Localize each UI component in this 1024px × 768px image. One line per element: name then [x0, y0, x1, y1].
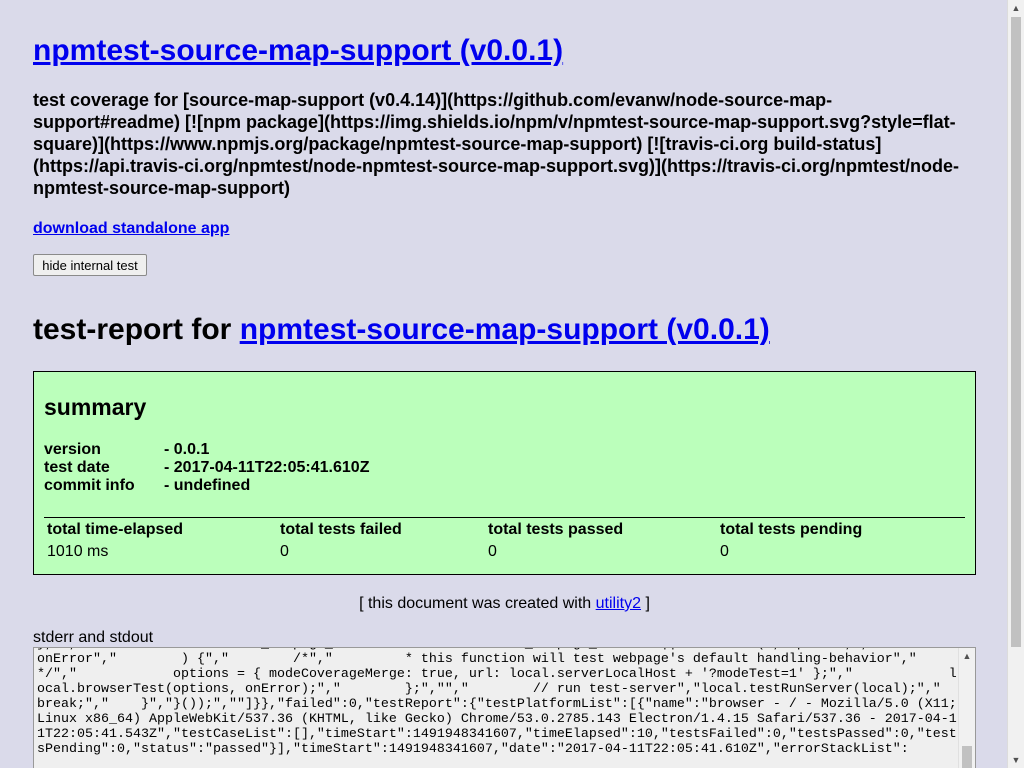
page-scrollbar[interactable]: ▲ ▼	[1007, 0, 1024, 768]
created-with-suffix: ]	[641, 595, 650, 612]
total-tests-pending-value: 0	[720, 543, 729, 560]
page-scroll-thumb[interactable]	[1011, 17, 1021, 647]
download-standalone-app-link[interactable]: download standalone app	[33, 219, 229, 239]
summary-panel: summary version - 0.0.1 test date - 2017-0…	[33, 371, 976, 575]
page-title-link[interactable]: npmtest-source-map-support (v0.0.1)	[33, 34, 563, 67]
created-with-prefix: [ this document was created with	[359, 595, 596, 612]
total-tests-failed-column: total tests failed 0	[280, 520, 402, 562]
commit-info-value: - undefined	[164, 477, 251, 494]
total-time-elapsed-header: total time-elapsed	[47, 521, 184, 538]
scroll-down-arrow-icon[interactable]: ▼	[1008, 753, 1024, 767]
page: npmtest-source-map-support (v0.0.1) test…	[0, 0, 1008, 768]
textarea-scroll-up-icon[interactable]: ▲	[959, 650, 975, 662]
test-date-value: - 2017-04-11T22:05:41.610Z	[164, 459, 370, 476]
log-text: }, "," local.testCase_webpage_default = …	[37, 648, 957, 757]
total-tests-pending-column: total tests pending 0	[720, 520, 862, 562]
version-label: version	[44, 441, 101, 458]
utility2-link[interactable]: utility2	[596, 595, 641, 612]
stderr-stdout-textarea[interactable]: }, "," local.testCase_webpage_default = …	[33, 647, 976, 768]
hide-internal-test-button[interactable]: hide internal test	[33, 254, 147, 276]
test-date-row: test date - 2017-04-11T22:05:41.610Z	[44, 459, 369, 477]
total-tests-failed-value: 0	[280, 543, 289, 560]
version-row: version - 0.0.1	[44, 441, 209, 459]
test-report-title-link[interactable]: npmtest-source-map-support (v0.0.1)	[240, 313, 770, 346]
total-tests-passed-column: total tests passed 0	[488, 520, 623, 562]
scroll-up-arrow-icon[interactable]: ▲	[1008, 1, 1024, 15]
test-report-title: test-report for npmtest-source-map-suppo…	[33, 311, 770, 349]
commit-info-row: commit info - undefined	[44, 477, 250, 495]
test-report-title-prefix: test-report for	[33, 313, 240, 346]
test-date-label: test date	[44, 459, 110, 476]
summary-heading: summary	[44, 394, 147, 420]
total-time-elapsed-column: total time-elapsed 1010 ms	[47, 520, 183, 562]
total-tests-passed-value: 0	[488, 543, 497, 560]
textarea-scrollbar[interactable]: ▲	[958, 648, 975, 768]
stderr-stdout-label: stderr and stdout	[33, 629, 154, 646]
total-tests-failed-header: total tests failed	[280, 521, 402, 538]
textarea-scroll-thumb[interactable]	[962, 746, 972, 768]
commit-info-label: commit info	[44, 477, 135, 494]
package-description: test coverage for [source-map-support (v…	[33, 90, 960, 198]
summary-divider	[44, 517, 965, 518]
version-value: - 0.0.1	[164, 441, 210, 458]
created-with-note: [ this document was created with utility…	[33, 594, 976, 614]
total-tests-pending-header: total tests pending	[720, 521, 863, 538]
total-tests-passed-header: total tests passed	[488, 521, 624, 538]
page-title: npmtest-source-map-support (v0.0.1)	[33, 33, 563, 69]
total-time-elapsed-value: 1010 ms	[47, 543, 109, 560]
